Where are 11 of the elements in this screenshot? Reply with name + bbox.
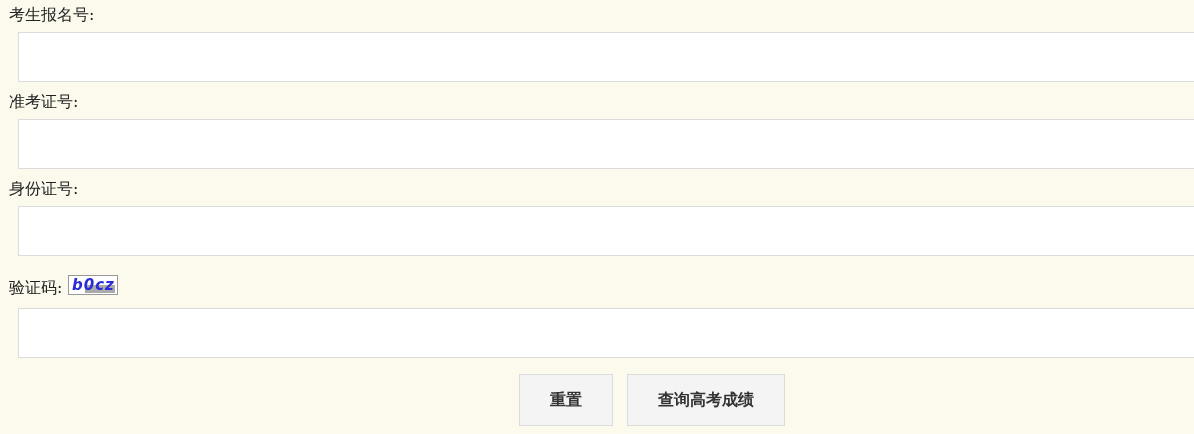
input-field[interactable] bbox=[18, 119, 1194, 169]
input-field[interactable] bbox=[18, 32, 1194, 82]
field-label: 考生报名号: bbox=[9, 6, 95, 24]
field-label: 准考证号: bbox=[9, 93, 79, 111]
reset-button[interactable]: 重置 bbox=[518, 374, 613, 426]
input-field[interactable] bbox=[18, 206, 1194, 256]
field-label: 身份证号: bbox=[9, 180, 79, 198]
input-field[interactable] bbox=[18, 308, 1194, 358]
field-label: 验证码: bbox=[9, 279, 63, 297]
submit-button[interactable]: 查询高考成绩 bbox=[626, 374, 785, 426]
captcha-image: b0cz bbox=[68, 275, 119, 295]
